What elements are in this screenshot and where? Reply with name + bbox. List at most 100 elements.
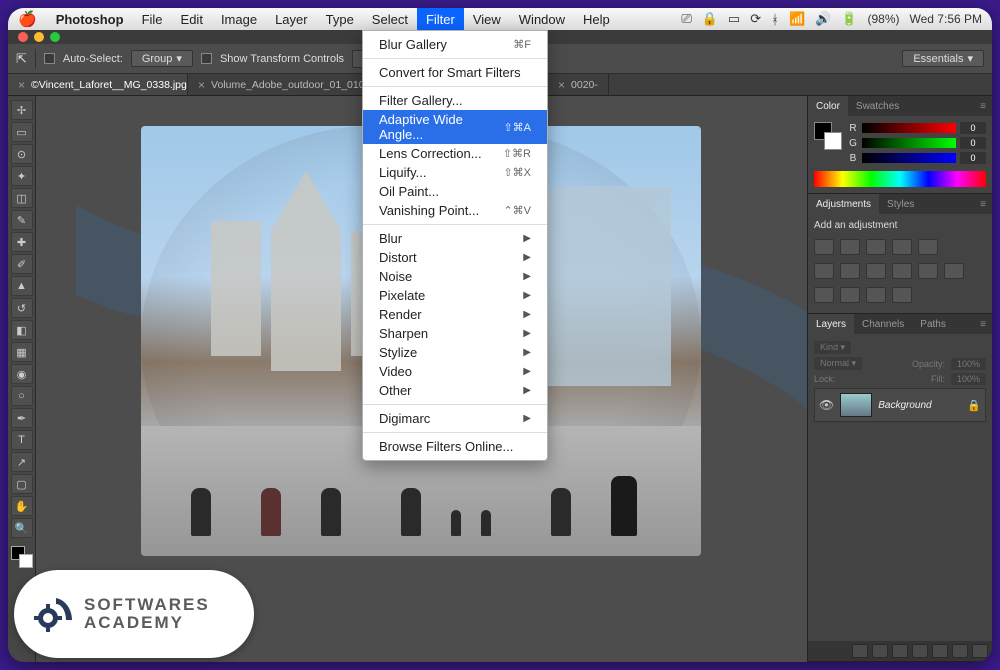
menu-filter[interactable]: Filter: [417, 8, 464, 30]
menu-item-filter-gallery[interactable]: Filter Gallery...: [363, 91, 547, 110]
auto-select-dropdown[interactable]: Group▾: [131, 50, 193, 67]
crop-tool[interactable]: ◫: [11, 188, 33, 208]
menu-item-digimarc[interactable]: Digimarc▶: [363, 409, 547, 428]
menu-item-noise[interactable]: Noise▶: [363, 267, 547, 286]
lookup-icon[interactable]: [918, 263, 938, 279]
filter-icon[interactable]: [877, 340, 891, 354]
mask-icon[interactable]: [892, 644, 908, 658]
heal-tool[interactable]: ✚: [11, 232, 33, 252]
path-tool[interactable]: ↗: [11, 452, 33, 472]
g-slider[interactable]: [862, 138, 956, 148]
doc-tab[interactable]: ×Volume_Adobe_outdoor_01_010.jpg: [188, 74, 368, 95]
brightness-icon[interactable]: [814, 239, 834, 255]
lock-pixels-icon[interactable]: [842, 373, 854, 385]
menu-item-render[interactable]: Render▶: [363, 305, 547, 324]
layer-kind-dropdown[interactable]: Kind ▾: [814, 341, 851, 354]
link-icon[interactable]: [852, 644, 868, 658]
vibrance-icon[interactable]: [918, 239, 938, 255]
eraser-tool[interactable]: ◧: [11, 320, 33, 340]
curves-icon[interactable]: [866, 239, 886, 255]
wand-tool[interactable]: ✦: [11, 166, 33, 186]
tab-channels[interactable]: Channels: [854, 314, 912, 334]
close-icon[interactable]: ×: [198, 78, 205, 92]
tab-styles[interactable]: Styles: [879, 194, 922, 214]
stamp-tool[interactable]: ▲: [11, 276, 33, 296]
menu-edit[interactable]: Edit: [172, 8, 212, 30]
menu-item-oil-paint[interactable]: Oil Paint...: [363, 182, 547, 201]
menu-item-vanishing-point[interactable]: Vanishing Point...⌃⌘V: [363, 201, 547, 220]
layer-row[interactable]: 👁 Background 🔒: [814, 388, 986, 422]
bw-icon[interactable]: [840, 263, 860, 279]
menu-file[interactable]: File: [133, 8, 172, 30]
blend-mode-dropdown[interactable]: Normal ▾: [814, 357, 862, 370]
lock-pos-icon[interactable]: [860, 373, 872, 385]
doc-tab[interactable]: ×0020-: [548, 74, 609, 95]
tab-paths[interactable]: Paths: [912, 314, 954, 334]
close-button[interactable]: [18, 32, 28, 42]
menu-view[interactable]: View: [464, 8, 510, 30]
filter-icon[interactable]: [857, 340, 871, 354]
color-spectrum[interactable]: [814, 171, 986, 187]
filter-icon[interactable]: [917, 340, 931, 354]
menu-help[interactable]: Help: [574, 8, 619, 30]
eyedropper-tool[interactable]: ✎: [11, 210, 33, 230]
tab-adjustments[interactable]: Adjustments: [808, 194, 879, 214]
b-value[interactable]: 0: [960, 152, 986, 164]
auto-select-checkbox[interactable]: [44, 53, 55, 64]
adjustment-icon[interactable]: [912, 644, 928, 658]
brush-tool[interactable]: ✐: [11, 254, 33, 274]
menu-image[interactable]: Image: [212, 8, 266, 30]
pen-tool[interactable]: ✒: [11, 408, 33, 428]
menu-item-browse-filters[interactable]: Browse Filters Online...: [363, 437, 547, 456]
mixer-icon[interactable]: [892, 263, 912, 279]
blur-tool[interactable]: ◉: [11, 364, 33, 384]
menu-item-last-filter[interactable]: Blur Gallery⌘F: [363, 35, 547, 54]
gradient-tool[interactable]: ▦: [11, 342, 33, 362]
minimize-button[interactable]: [34, 32, 44, 42]
panel-menu-icon[interactable]: ≡: [974, 319, 992, 330]
tab-swatches[interactable]: Swatches: [848, 96, 907, 116]
shape-tool[interactable]: ▢: [11, 474, 33, 494]
type-tool[interactable]: T: [11, 430, 33, 450]
menu-item-other[interactable]: Other▶: [363, 381, 547, 400]
close-icon[interactable]: ×: [558, 78, 565, 92]
posterize-icon[interactable]: [814, 287, 834, 303]
filter-icon[interactable]: [897, 340, 911, 354]
history-brush-tool[interactable]: ↺: [11, 298, 33, 318]
fg-bg-swatch[interactable]: [814, 122, 842, 150]
menu-window[interactable]: Window: [510, 8, 574, 30]
visibility-icon[interactable]: 👁: [819, 398, 834, 412]
menu-item-liquify[interactable]: Liquify...⇧⌘X: [363, 163, 547, 182]
g-value[interactable]: 0: [960, 137, 986, 149]
menu-item-distort[interactable]: Distort▶: [363, 248, 547, 267]
opacity-field[interactable]: 100%: [951, 358, 986, 370]
group-icon[interactable]: [932, 644, 948, 658]
levels-icon[interactable]: [840, 239, 860, 255]
zoom-tool[interactable]: 🔍: [11, 518, 33, 538]
lasso-tool[interactable]: ⊙: [11, 144, 33, 164]
doc-tab[interactable]: ×©Vincent_Laforet__MG_0338.jpg: [8, 74, 188, 95]
lock-all-icon[interactable]: [878, 373, 890, 385]
move-tool[interactable]: ✢: [11, 100, 33, 120]
hue-icon[interactable]: [814, 263, 834, 279]
menu-item-pixelate[interactable]: Pixelate▶: [363, 286, 547, 305]
zoom-button[interactable]: [50, 32, 60, 42]
new-layer-icon[interactable]: [952, 644, 968, 658]
threshold-icon[interactable]: [840, 287, 860, 303]
workspace-switcher[interactable]: Essentials▾: [902, 50, 984, 67]
gradient-map-icon[interactable]: [866, 287, 886, 303]
panel-menu-icon[interactable]: ≡: [974, 199, 992, 210]
trash-icon[interactable]: [972, 644, 988, 658]
hand-tool[interactable]: ✋: [11, 496, 33, 516]
photo-filter-icon[interactable]: [866, 263, 886, 279]
panel-menu-icon[interactable]: ≡: [974, 101, 992, 112]
menu-item-convert-smart[interactable]: Convert for Smart Filters: [363, 63, 547, 82]
r-slider[interactable]: [862, 123, 956, 133]
apple-menu-icon[interactable]: 🍎: [18, 10, 37, 28]
menu-select[interactable]: Select: [363, 8, 417, 30]
fx-icon[interactable]: [872, 644, 888, 658]
menu-type[interactable]: Type: [317, 8, 363, 30]
tab-color[interactable]: Color: [808, 96, 848, 116]
menu-layer[interactable]: Layer: [266, 8, 317, 30]
color-swatch[interactable]: [11, 546, 33, 568]
